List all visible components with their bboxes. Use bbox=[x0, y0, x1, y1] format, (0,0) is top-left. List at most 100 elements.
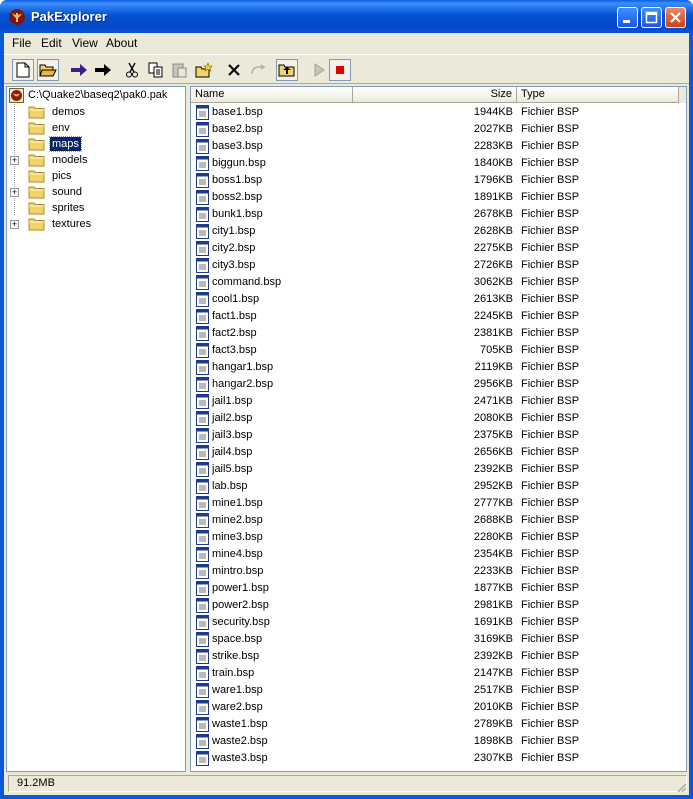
paste-icon bbox=[172, 63, 187, 78]
file-row[interactable]: security.bsp 1691KB Fichier BSP bbox=[191, 614, 686, 631]
file-row[interactable]: boss1.bsp 1796KB Fichier BSP bbox=[191, 172, 686, 189]
file-row[interactable]: ware2.bsp 2010KB Fichier BSP bbox=[191, 699, 686, 716]
file-type: Fichier BSP bbox=[521, 599, 580, 611]
tree-item-maps[interactable]: maps bbox=[10, 136, 180, 152]
tree-item-label: sound bbox=[52, 186, 82, 198]
delete-button[interactable] bbox=[223, 59, 245, 81]
file-list[interactable]: Name Size Type base1.bsp 1944KB Fichier BS… bbox=[190, 86, 687, 772]
folder-tree[interactable]: C:\Quake2\baseq2\pak0.pak demos env maps + m… bbox=[6, 86, 186, 772]
arrow-right-purple-icon bbox=[71, 64, 87, 76]
tree-item-pics[interactable]: pics bbox=[10, 168, 180, 184]
tree-item-models[interactable]: + models bbox=[10, 152, 180, 168]
tree-root-label: C:\Quake2\baseq2\pak0.pak bbox=[28, 89, 168, 101]
folder-up-button[interactable] bbox=[276, 59, 298, 81]
file-row[interactable]: power1.bsp 1877KB Fichier BSP bbox=[191, 580, 686, 597]
file-row[interactable]: city1.bsp 2628KB Fichier BSP bbox=[191, 223, 686, 240]
file-row[interactable]: lab.bsp 2952KB Fichier BSP bbox=[191, 478, 686, 495]
file-row[interactable]: city3.bsp 2726KB Fichier BSP bbox=[191, 257, 686, 274]
menu-file[interactable]: File bbox=[12, 36, 31, 50]
paste-button[interactable] bbox=[169, 59, 191, 81]
file-size: 1691KB bbox=[473, 616, 513, 628]
new-button[interactable] bbox=[12, 59, 34, 81]
cut-button[interactable] bbox=[121, 59, 143, 81]
file-row[interactable]: jail5.bsp 2392KB Fichier BSP bbox=[191, 461, 686, 478]
tree-item-label: models bbox=[52, 154, 88, 166]
file-size: 2392KB bbox=[473, 463, 513, 475]
extract-all-button[interactable] bbox=[92, 59, 114, 81]
expand-icon[interactable]: + bbox=[10, 220, 19, 229]
expand-icon[interactable]: + bbox=[10, 156, 19, 165]
menu-about[interactable]: About bbox=[106, 36, 137, 50]
redo-button[interactable] bbox=[247, 59, 269, 81]
file-row[interactable]: base2.bsp 2027KB Fichier BSP bbox=[191, 121, 686, 138]
tree-item-sprites[interactable]: sprites bbox=[10, 200, 180, 216]
column-header-type[interactable]: Type bbox=[517, 87, 679, 103]
title-bar[interactable]: PakExplorer bbox=[0, 0, 693, 33]
file-row[interactable]: base3.bsp 2283KB Fichier BSP bbox=[191, 138, 686, 155]
file-row[interactable]: hangar2.bsp 2956KB Fichier BSP bbox=[191, 376, 686, 393]
file-row[interactable]: mine2.bsp 2688KB Fichier BSP bbox=[191, 512, 686, 529]
file-row[interactable]: ware1.bsp 2517KB Fichier BSP bbox=[191, 682, 686, 699]
stop-button[interactable] bbox=[329, 59, 351, 81]
file-row[interactable]: boss2.bsp 1891KB Fichier BSP bbox=[191, 189, 686, 206]
file-row[interactable]: base1.bsp 1944KB Fichier BSP bbox=[191, 104, 686, 121]
file-row[interactable]: waste2.bsp 1898KB Fichier BSP bbox=[191, 733, 686, 750]
play-button[interactable] bbox=[308, 59, 330, 81]
column-header-name[interactable]: Name bbox=[191, 87, 353, 103]
file-row[interactable]: space.bsp 3169KB Fichier BSP bbox=[191, 631, 686, 648]
tree-item-textures[interactable]: + textures bbox=[10, 216, 180, 232]
new-folder-button[interactable] bbox=[193, 59, 215, 81]
file-row[interactable]: hangar1.bsp 2119KB Fichier BSP bbox=[191, 359, 686, 376]
bsp-file-icon bbox=[196, 156, 209, 171]
file-row[interactable]: command.bsp 3062KB Fichier BSP bbox=[191, 274, 686, 291]
extract-button[interactable] bbox=[68, 59, 90, 81]
file-size: 2245KB bbox=[473, 310, 513, 322]
menu-view[interactable]: View bbox=[72, 36, 98, 50]
file-row[interactable]: bunk1.bsp 2678KB Fichier BSP bbox=[191, 206, 686, 223]
file-type: Fichier BSP bbox=[521, 616, 580, 628]
tree-root[interactable]: C:\Quake2\baseq2\pak0.pak bbox=[9, 87, 167, 103]
file-size: 1891KB bbox=[473, 191, 513, 203]
file-row[interactable]: waste3.bsp 2307KB Fichier BSP bbox=[191, 750, 686, 767]
file-row[interactable]: fact1.bsp 2245KB Fichier BSP bbox=[191, 308, 686, 325]
column-header-size[interactable]: Size bbox=[353, 87, 517, 103]
maximize-button[interactable] bbox=[641, 7, 662, 28]
file-size: 2080KB bbox=[473, 412, 513, 424]
minimize-button[interactable] bbox=[617, 7, 638, 28]
file-row[interactable]: cool1.bsp 2613KB Fichier BSP bbox=[191, 291, 686, 308]
file-row[interactable]: waste1.bsp 2789KB Fichier BSP bbox=[191, 716, 686, 733]
resize-grip-icon[interactable] bbox=[675, 781, 687, 793]
file-type: Fichier BSP bbox=[521, 667, 580, 679]
menu-edit[interactable]: Edit bbox=[41, 36, 62, 50]
file-row[interactable]: biggun.bsp 1840KB Fichier BSP bbox=[191, 155, 686, 172]
file-row[interactable]: jail2.bsp 2080KB Fichier BSP bbox=[191, 410, 686, 427]
file-row[interactable]: mine3.bsp 2280KB Fichier BSP bbox=[191, 529, 686, 546]
open-button[interactable] bbox=[37, 59, 59, 81]
file-row[interactable]: jail4.bsp 2656KB Fichier BSP bbox=[191, 444, 686, 461]
copy-button[interactable] bbox=[145, 59, 167, 81]
file-type: Fichier BSP bbox=[521, 633, 580, 645]
file-row[interactable]: city2.bsp 2275KB Fichier BSP bbox=[191, 240, 686, 257]
file-row[interactable]: strike.bsp 2392KB Fichier BSP bbox=[191, 648, 686, 665]
tree-item-sound[interactable]: + sound bbox=[10, 184, 180, 200]
file-row[interactable]: mintro.bsp 2233KB Fichier BSP bbox=[191, 563, 686, 580]
file-size: 3169KB bbox=[473, 633, 513, 645]
file-size: 2147KB bbox=[473, 667, 513, 679]
file-row[interactable]: fact3.bsp 705KB Fichier BSP bbox=[191, 342, 686, 359]
file-size: 2517KB bbox=[473, 684, 513, 696]
file-row[interactable]: power2.bsp 2981KB Fichier BSP bbox=[191, 597, 686, 614]
file-row[interactable]: fact2.bsp 2381KB Fichier BSP bbox=[191, 325, 686, 342]
file-row[interactable]: mine4.bsp 2354KB Fichier BSP bbox=[191, 546, 686, 563]
tree-item-env[interactable]: env bbox=[10, 120, 180, 136]
file-name: security.bsp bbox=[212, 616, 270, 628]
file-row[interactable]: mine1.bsp 2777KB Fichier BSP bbox=[191, 495, 686, 512]
file-name: base3.bsp bbox=[212, 140, 263, 152]
close-button[interactable] bbox=[665, 7, 686, 28]
expand-icon[interactable]: + bbox=[10, 188, 19, 197]
file-row[interactable]: jail1.bsp 2471KB Fichier BSP bbox=[191, 393, 686, 410]
stop-icon bbox=[336, 66, 344, 74]
tree-item-demos[interactable]: demos bbox=[10, 104, 180, 120]
file-row[interactable]: train.bsp 2147KB Fichier BSP bbox=[191, 665, 686, 682]
file-name: mine3.bsp bbox=[212, 531, 263, 543]
file-row[interactable]: jail3.bsp 2375KB Fichier BSP bbox=[191, 427, 686, 444]
